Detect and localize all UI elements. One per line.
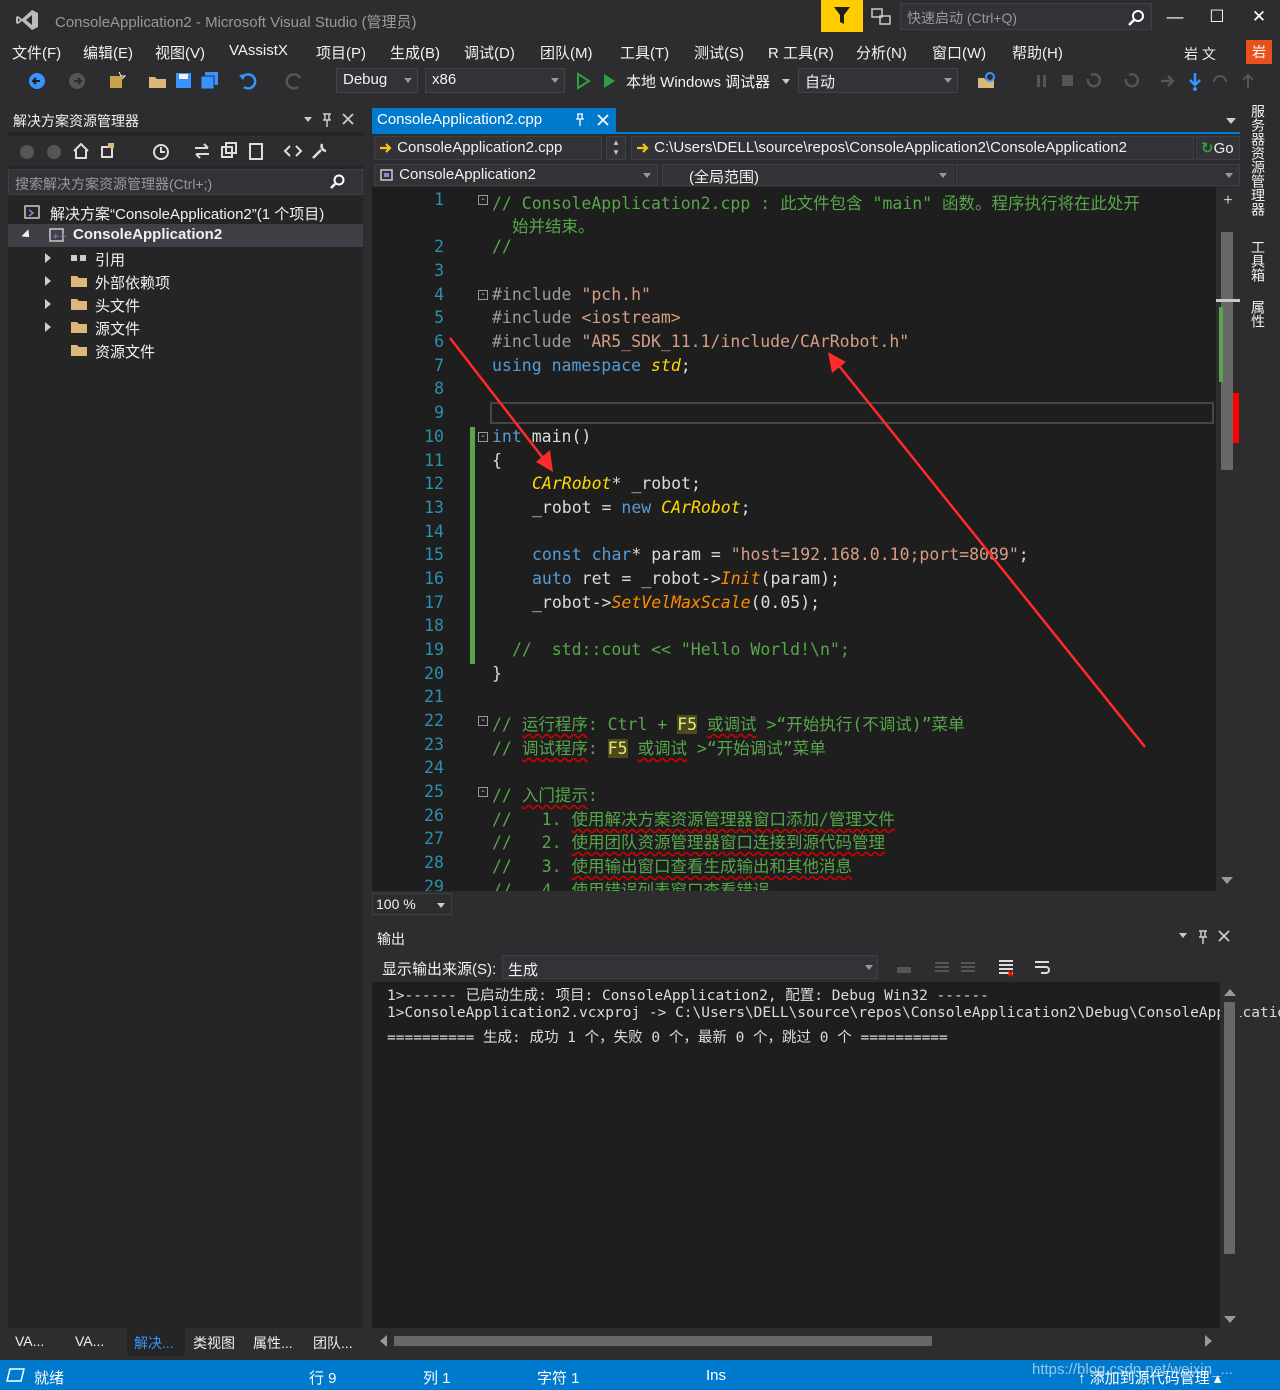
next-message-icon[interactable] — [958, 957, 978, 977]
annotation-arrow-1 — [449, 337, 547, 463]
split-icon[interactable]: + — [1220, 193, 1236, 209]
scroll-down-icon[interactable] — [1224, 1316, 1236, 1323]
scroll-left-icon[interactable] — [380, 1335, 387, 1347]
chevron-down-icon — [437, 903, 445, 908]
output-line: 1>------ 已启动生成: 项目: ConsoleApplication2,… — [387, 988, 989, 1004]
side-tab-toolbox[interactable]: 工具箱 — [1248, 240, 1268, 290]
previous-message-icon[interactable] — [932, 957, 952, 977]
zoom-value: 100 % — [376, 896, 416, 912]
output-horizontal-scrollbar[interactable] — [372, 1330, 1220, 1352]
clear-all-icon[interactable] — [996, 957, 1016, 977]
error-markers — [1233, 393, 1239, 443]
side-tab-server-explorer[interactable]: 服务器资源管理器 — [1248, 104, 1268, 232]
output-line: ========== 生成: 成功 1 个，失败 0 个，最新 0 个，跳过 0… — [387, 1030, 948, 1046]
scroll-thumb[interactable] — [394, 1336, 932, 1346]
status-column: 列 1 — [423, 1370, 451, 1387]
output-source-value: 生成 — [508, 962, 539, 979]
source-control-label: 添加到源代码管理 — [1089, 1370, 1210, 1387]
status-insert-mode[interactable]: Ins — [706, 1367, 726, 1384]
scroll-up-icon[interactable] — [1224, 989, 1236, 996]
chevron-down-icon[interactable] — [1179, 933, 1187, 938]
arrow-up-icon: ↑ — [1078, 1370, 1086, 1387]
ready-icon — [6, 1368, 25, 1382]
output-title: 输出 — [377, 931, 405, 947]
annotation-arrow-2 — [835, 361, 1146, 748]
status-char: 字符 1 — [537, 1370, 580, 1387]
side-tab-properties[interactable]: 属性 — [1248, 300, 1268, 340]
find-message-icon[interactable] — [894, 957, 914, 977]
output-header: 输出 — [372, 924, 1240, 950]
status-line: 行 9 — [309, 1370, 337, 1387]
close-icon[interactable] — [1218, 930, 1230, 942]
source-control-button[interactable]: ↑ 添加到源代码管理 ▴ — [1078, 1367, 1221, 1388]
changes-overview — [1219, 307, 1223, 382]
chevron-up-icon: ▴ — [1213, 1370, 1222, 1387]
output-toolbar: 显示输出来源(S): 生成 — [372, 953, 1240, 981]
editor-horizontal-scrollbar[interactable] — [454, 893, 1216, 915]
scroll-position-marker — [1216, 299, 1240, 302]
status-ready: 就绪 — [34, 1370, 65, 1387]
output-vertical-scrollbar[interactable] — [1220, 982, 1240, 1328]
output-source-label: 显示输出来源(S): — [382, 961, 497, 978]
editor-vertical-scrollbar[interactable]: + — [1216, 187, 1240, 891]
scroll-right-icon[interactable] — [1205, 1335, 1212, 1347]
word-wrap-icon[interactable] — [1032, 957, 1052, 977]
output-text-area[interactable]: 1>------ 已启动生成: 项目: ConsoleApplication2,… — [372, 982, 1280, 1328]
pin-icon[interactable] — [1196, 929, 1210, 945]
output-source-dropdown[interactable]: 生成 — [502, 955, 878, 979]
scroll-thumb[interactable] — [1224, 1002, 1235, 1254]
chevron-down-icon — [865, 965, 873, 970]
scroll-down-icon[interactable] — [1221, 877, 1233, 884]
zoom-dropdown[interactable]: 100 % — [372, 893, 452, 915]
output-line: 1>ConsoleApplication2.vcxproj -> C:\User… — [387, 1005, 1280, 1021]
